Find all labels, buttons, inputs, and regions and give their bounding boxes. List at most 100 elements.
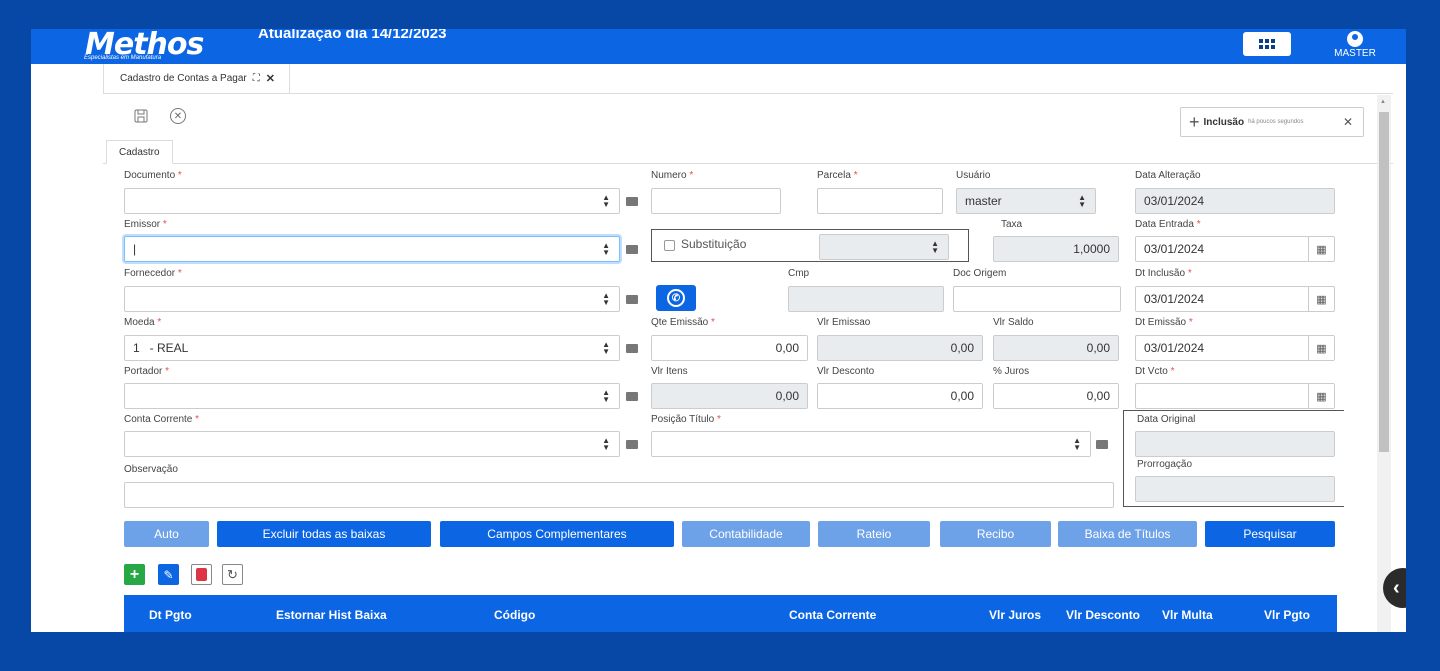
expand-icon[interactable]: ⛶ [253,73,260,84]
user-icon [1347,31,1363,47]
emissor-select[interactable]: | ▲ ▼ [124,236,620,262]
tab-divider [103,163,1393,164]
user-menu[interactable]: MASTER [1331,31,1379,59]
grid-header: Dt Pgto Estornar Hist Baixa Código Conta… [124,595,1337,632]
cmp-field [788,286,944,312]
observacao-input[interactable] [124,482,1114,508]
add-row-button[interactable]: + [124,564,145,585]
posicao-titulo-select[interactable]: ▲ ▼ [651,431,1091,457]
scroll-up-icon[interactable]: ▲ [1380,99,1386,105]
conta-corrente-select[interactable]: ▲ ▼ [124,431,620,457]
apps-menu-button[interactable] [1243,32,1291,56]
usuario-select[interactable]: master ▲ ▼ [956,188,1096,214]
col-codigo[interactable]: Código [494,608,535,622]
tab-cadastro[interactable]: Cadastro [106,140,173,164]
qte-emissao-input[interactable]: 0,00 [651,335,808,361]
portador-select[interactable]: ▲ ▼ [124,383,620,409]
notification-close-icon[interactable]: ✕ [1343,115,1353,129]
posicao-titulo-label: Posição Título * [651,414,721,425]
excluir-baixas-button[interactable]: Excluir todas as baixas [217,521,431,547]
dt-emissao-input[interactable]: 03/01/2024 ▦ [1135,335,1335,361]
calendar-icon[interactable]: ▦ [1308,336,1334,360]
delete-row-button[interactable] [191,564,212,585]
calendar-icon[interactable]: ▦ [1308,287,1334,311]
fornecedor-select[interactable]: ▲ ▼ [124,286,620,312]
save-button[interactable] [132,107,150,125]
data-entrada-input[interactable]: 03/01/2024 ▦ [1135,236,1335,262]
lookup-icon[interactable] [626,344,638,353]
tab-cadastro-contas-pagar[interactable]: Cadastro de Contas a Pagar ⛶ ✕ [103,64,290,94]
data-entrada-label: Data Entrada * [1135,219,1201,230]
notification-title: Inclusão [1203,116,1245,128]
lookup-icon[interactable] [626,245,638,254]
col-vlr-pgto[interactable]: Vlr Pgto [1264,608,1310,622]
trash-icon [196,568,207,581]
baixa-titulos-button[interactable]: Baixa de Títulos [1058,521,1197,547]
numero-label: Numero * [651,170,694,181]
fornecedor-label: Fornecedor * [124,268,182,279]
plus-icon: + [129,565,140,583]
data-original-field [1135,431,1335,457]
substituicao-select[interactable]: ▲ ▼ [819,234,949,260]
lookup-icon[interactable] [626,295,638,304]
vlr-desconto-input[interactable]: 0,00 [817,383,983,409]
col-vlr-desconto[interactable]: Vlr Desconto [1066,608,1140,622]
cancel-button[interactable]: ✕ [169,107,187,125]
cancel-circle-icon: ✕ [170,108,186,124]
auto-button[interactable]: Auto [124,521,209,547]
col-dt-pgto[interactable]: Dt Pgto [149,608,192,622]
dt-vcto-input[interactable]: ▦ [1135,383,1335,409]
select-caret-icon: ▲ ▼ [602,291,610,307]
contabilidade-button[interactable]: Contabilidade [682,521,810,547]
col-vlr-juros[interactable]: Vlr Juros [989,608,1041,622]
calendar-icon[interactable]: ▦ [1308,384,1334,408]
substituicao-checkbox[interactable] [664,240,675,251]
pesquisar-button[interactable]: Pesquisar [1205,521,1335,547]
chevron-left-icon: ‹ [1393,576,1400,599]
parcela-input[interactable] [817,188,943,214]
calendar-icon[interactable]: ▦ [1308,237,1334,261]
tab-label: Cadastro de Contas a Pagar [120,73,247,84]
lookup-icon[interactable] [1096,440,1108,449]
lookup-icon[interactable] [626,440,638,449]
lookup-icon[interactable] [626,197,638,206]
edit-row-button[interactable]: ✎ [158,564,179,585]
select-caret-icon: ▲ ▼ [602,193,610,209]
rateio-button[interactable]: Rateio [818,521,930,547]
substituicao-label: Substituição [681,237,747,251]
vlr-emissao-field: 0,00 [817,335,983,361]
recibo-button[interactable]: Recibo [940,521,1051,547]
select-caret-icon: ▲ ▼ [1073,436,1081,452]
numero-input[interactable] [651,188,781,214]
refresh-button[interactable]: ↻ [222,564,243,585]
edit-icon: ✎ [163,567,174,582]
col-conta-corrente[interactable]: Conta Corrente [789,608,876,622]
vertical-scrollbar[interactable]: ▲ [1377,95,1391,632]
substituicao-panel: Substituição ▲ ▼ [651,229,969,262]
emissor-label: Emissor * [124,219,167,230]
logo-subtitle: Especialistas em Manufatura [84,55,162,61]
campos-complementares-button[interactable]: Campos Complementares [440,521,674,547]
juros-input[interactable]: 0,00 [993,383,1119,409]
taxa-label: Taxa [1001,219,1023,230]
document-tabbar: Cadastro de Contas a Pagar ⛶ ✕ [103,64,1393,94]
prorrogacao-field [1135,476,1335,502]
dt-inclusao-input[interactable]: 03/01/2024 ▦ [1135,286,1335,312]
data-original-label: Data Original [1137,414,1196,425]
vlr-saldo-field: 0,00 [993,335,1119,361]
close-icon[interactable]: ✕ [266,72,275,85]
col-vlr-multa[interactable]: Vlr Multa [1162,608,1213,622]
juros-label: % Juros [993,366,1030,377]
col-estornar[interactable]: Estornar Hist Baixa [276,608,387,622]
documento-select[interactable]: ▲ ▼ [124,188,620,214]
doc-origem-input[interactable] [953,286,1121,312]
whatsapp-icon: ✆ [667,289,685,307]
plus-icon: + [1189,111,1200,132]
moeda-select[interactable]: 1 - REAL ▲ ▼ [124,335,620,361]
scroll-thumb[interactable] [1379,112,1389,452]
whatsapp-button[interactable]: ✆ [656,285,696,311]
lookup-icon[interactable] [626,392,638,401]
doc-origem-label: Doc Origem [953,268,1007,279]
dt-inclusao-label: Dt Inclusão * [1135,268,1192,279]
inclusion-notification: + Inclusão há poucos segundos ✕ [1180,107,1364,137]
